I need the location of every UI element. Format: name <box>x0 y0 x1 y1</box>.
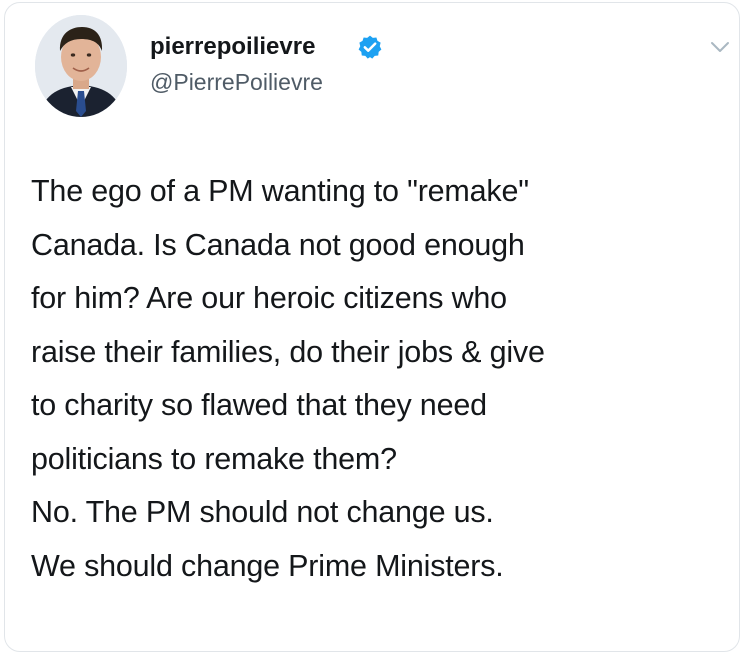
tweet-line: to charity so flawed that they need <box>31 388 487 422</box>
tweet-line: politicians to remake them? <box>31 441 397 476</box>
tweet-card: pierrepoilievre @PierrePoilievre The ego… <box>4 2 740 652</box>
tweet-line: raise their families, do their jobs & gi… <box>31 334 545 369</box>
avatar[interactable] <box>35 15 127 117</box>
display-name[interactable]: pierrepoilievre <box>150 33 315 61</box>
tweet-text: The ego of a PM wanting to "remake" Cana… <box>31 167 731 595</box>
avatar-photo <box>35 15 127 117</box>
tweet-line: No. The PM should not change us. <box>31 495 494 529</box>
verified-badge-icon <box>357 34 383 60</box>
chevron-down-icon[interactable] <box>705 35 735 59</box>
tweet-line: Canada. Is Canada not good enough <box>31 227 525 262</box>
tweet-line: The ego of a PM wanting to "remake" <box>31 174 529 208</box>
tweet-line: for him? Are our heroic citizens who <box>31 281 507 315</box>
tweet-line: We should change Prime Ministers. <box>31 548 504 583</box>
user-handle[interactable]: @PierrePoilievre <box>150 68 323 96</box>
